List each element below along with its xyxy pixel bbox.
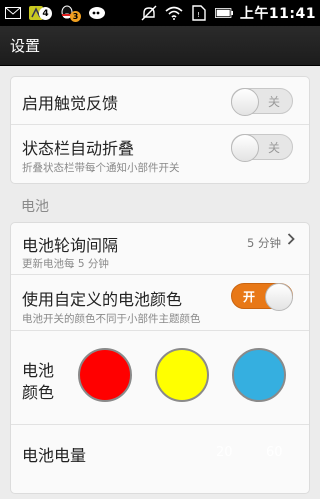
chat-icon bbox=[88, 5, 106, 21]
color-swatch-blue[interactable] bbox=[232, 348, 286, 402]
battery-poll-interval-row[interactable]: 电池轮询间隔 更新电池每 5 分钟 5 分钟 bbox=[11, 223, 309, 275]
haptic-feedback-label: 启用触觉反馈 bbox=[22, 94, 119, 113]
section-header-battery: 电池 bbox=[21, 199, 49, 215]
sim-icon: ! bbox=[190, 5, 208, 21]
battery-level-label: 电池电量 bbox=[22, 446, 87, 465]
custom-battery-color-label: 使用自定义的电池颜色 bbox=[22, 290, 183, 309]
page-title: 设置 bbox=[10, 37, 41, 55]
color-swatch-red[interactable] bbox=[78, 348, 132, 402]
battery-icon bbox=[214, 5, 233, 21]
wifi-icon bbox=[165, 5, 183, 21]
battery-level-low-value[interactable]: 20 bbox=[216, 445, 233, 460]
toggle-knob bbox=[231, 88, 259, 116]
battery-level-high-value[interactable]: 60 bbox=[266, 445, 283, 460]
custom-battery-color-toggle[interactable]: 开 bbox=[231, 283, 293, 311]
haptic-feedback-toggle[interactable]: 关 bbox=[231, 88, 293, 116]
clock: 上午11:41 bbox=[239, 6, 316, 22]
battery-color-row: 电池 颜色 bbox=[11, 331, 309, 425]
general-settings-card: 启用触觉反馈 关 状态栏自动折叠 折叠状态栏带每个通知小部件开关 关 bbox=[10, 76, 310, 184]
status-bar: 4 3 ! 上午11:41 bbox=[0, 0, 320, 26]
app-notification-icon: 4 bbox=[28, 5, 52, 21]
battery-poll-interval-value: 5 分钟 bbox=[247, 236, 281, 250]
toggle-state-label: 开 bbox=[243, 290, 256, 304]
statusbar-collapse-toggle[interactable]: 关 bbox=[231, 134, 293, 162]
toggle-knob bbox=[231, 134, 259, 162]
chevron-right-icon bbox=[287, 233, 295, 249]
notification-badge: 3 bbox=[70, 11, 81, 22]
battery-settings-card: 电池轮询间隔 更新电池每 5 分钟 5 分钟 使用自定义的电池颜色 电池开关的颜… bbox=[10, 222, 310, 494]
custom-battery-color-row[interactable]: 使用自定义的电池颜色 电池开关的颜色不同于小部件主题颜色 开 bbox=[11, 275, 309, 331]
battery-poll-interval-label: 电池轮询间隔 bbox=[22, 236, 119, 255]
haptic-feedback-row[interactable]: 启用触觉反馈 关 bbox=[11, 77, 309, 125]
toggle-state-label: 关 bbox=[267, 95, 280, 109]
notification-badge: 4 bbox=[39, 7, 52, 20]
toggle-state-label: 关 bbox=[267, 141, 280, 155]
custom-battery-color-subtitle: 电池开关的颜色不同于小部件主题颜色 bbox=[22, 313, 201, 325]
statusbar-collapse-row[interactable]: 状态栏自动折叠 折叠状态栏带每个通知小部件开关 关 bbox=[11, 125, 309, 183]
battery-color-label-line2: 颜色 bbox=[22, 383, 55, 402]
statusbar-collapse-label: 状态栏自动折叠 bbox=[22, 139, 135, 158]
mute-icon bbox=[140, 5, 158, 21]
battery-poll-interval-subtitle: 更新电池每 5 分钟 bbox=[22, 258, 109, 270]
battery-color-label-line1: 电池 bbox=[22, 361, 55, 380]
page-title-bar: 设置 bbox=[0, 26, 320, 66]
svg-text:!: ! bbox=[197, 11, 200, 19]
statusbar-collapse-subtitle: 折叠状态栏带每个通知小部件开关 bbox=[22, 162, 180, 174]
toggle-knob bbox=[265, 283, 293, 311]
color-swatch-yellow[interactable] bbox=[155, 348, 209, 402]
battery-level-row: 电池电量 20 60 bbox=[11, 425, 309, 493]
mail-icon bbox=[4, 5, 22, 21]
qq-icon: 3 bbox=[58, 5, 81, 22]
